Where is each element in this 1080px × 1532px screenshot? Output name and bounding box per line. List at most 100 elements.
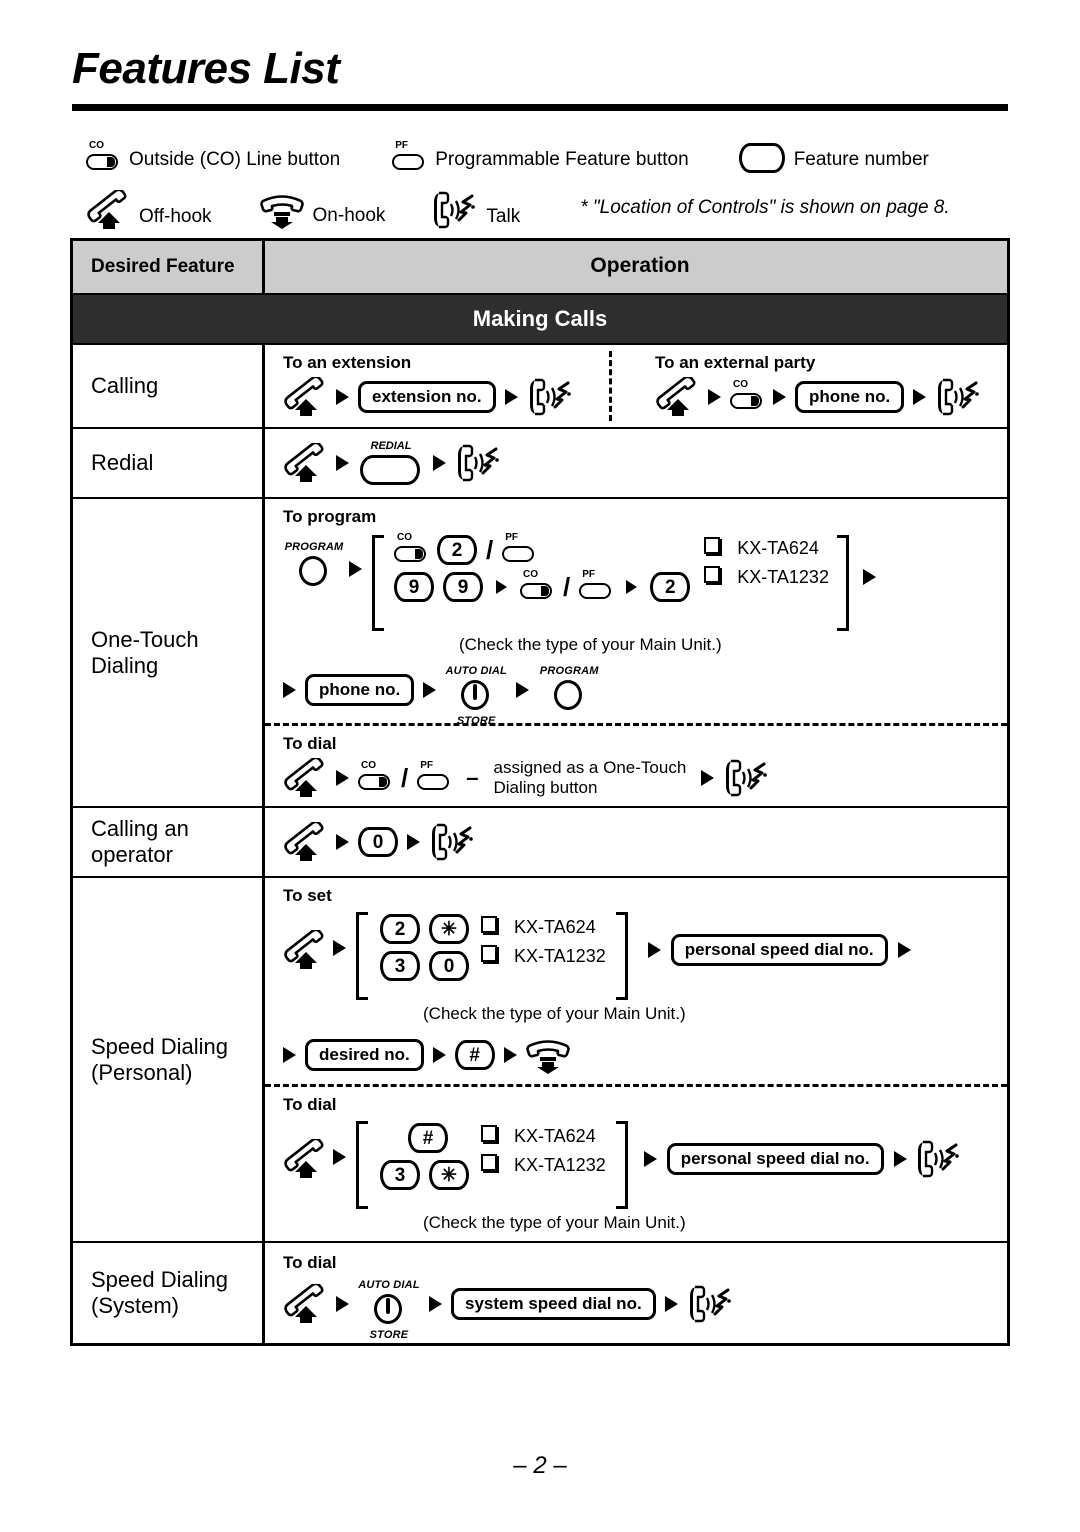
key-2-second: 2 <box>650 572 691 602</box>
key-3: 3 <box>380 1160 420 1190</box>
unit-label-kxta1232: KX-TA1232 <box>514 945 606 966</box>
legend-item-on-hook: On-hook <box>259 191 385 229</box>
bracket-right-icon <box>615 1121 628 1209</box>
unit-option-kxta1232: KX-TA1232 <box>481 945 606 967</box>
co-line-button-icon: CO <box>520 569 554 602</box>
sublabel-to-an-extension: To an extension <box>283 353 412 372</box>
store-label: STORE <box>369 1329 409 1341</box>
key-hash: # <box>454 1040 495 1070</box>
document-page: Features List CO Outside (CO) Line butto… <box>0 0 1080 1532</box>
pill-personal-speed-dial-no: personal speed dial no. <box>666 1143 884 1175</box>
arrow-icon <box>504 389 518 405</box>
unit-option-kxta1232: KX-TA1232 <box>481 1154 606 1176</box>
bracket-left-icon <box>372 535 384 631</box>
checkbox-icon <box>704 537 724 559</box>
arrow-icon <box>407 834 420 850</box>
flow-system-speed-dial: AUTO DIAL STORE system speed dial no. <box>283 1279 997 1341</box>
co-line-button-icon: CO <box>86 140 120 173</box>
program-code-row-b: 9 9 CO / PF 2 <box>394 569 691 602</box>
checkbox-icon <box>481 945 501 967</box>
check-unit-note: (Check the type of your Main Unit.) <box>423 1213 686 1232</box>
off-hook-icon <box>283 928 327 970</box>
operation-calling-an-operator: 0 <box>265 808 1007 876</box>
unit-option-kxta1232: KX-TA1232 <box>704 566 829 588</box>
feature-number-box-icon <box>738 143 785 173</box>
program-button-label: PROGRAM <box>539 665 599 677</box>
legend-row-1: CO Outside (CO) Line button PF Programma… <box>86 132 1026 184</box>
arrow-icon <box>708 389 721 405</box>
auto-dial-label: AUTO DIAL <box>445 665 507 677</box>
feature-label-speed-dialing-system: Speed Dialing (System) <box>73 1243 265 1343</box>
flow-calling-operator: 0 <box>283 820 997 862</box>
feature-label-line2: (System) <box>91 1293 179 1318</box>
section-header-making-calls: Making Calls <box>73 293 1007 343</box>
arrow-icon <box>336 389 349 405</box>
table-row: Calling an operator 0 <box>73 806 1007 876</box>
table-header-row: Desired Feature Operation <box>73 241 1007 293</box>
arrow-icon <box>913 389 927 405</box>
dial-code-row-b: 3 ✳ <box>380 1160 469 1190</box>
off-hook-icon <box>283 756 327 798</box>
pill-system-speed-dial-no: system speed dial no. <box>451 1288 656 1320</box>
legend-row-2: Off-hook On-hook Talk * "Location of Con… <box>86 184 1026 236</box>
table-row: One-Touch Dialing To program PROGRAM CO <box>73 497 1007 806</box>
legend-label-feature-number: Feature number <box>793 149 929 170</box>
legend-label-co-line: Outside (CO) Line button <box>129 149 341 170</box>
page-number: – 2 – <box>513 1452 567 1479</box>
checkbox-icon <box>704 566 724 588</box>
redial-button-icon: REDIAL <box>358 440 424 485</box>
arrow-icon <box>433 455 446 471</box>
feature-label-line2: Dialing <box>91 652 159 678</box>
sublabel-to-program: To program <box>283 507 377 526</box>
table-row: Calling To an extension extension no. To… <box>73 343 1007 427</box>
on-hook-icon <box>259 191 304 229</box>
set-code-row-b: 3 0 <box>380 951 469 981</box>
arrow-icon <box>516 682 530 698</box>
legend-item-pf: PF Programmable Feature button <box>392 140 689 173</box>
column-divider <box>609 351 612 421</box>
arrow-icon <box>336 1296 349 1312</box>
dash-separator: – <box>466 765 479 790</box>
feature-label-line1: One-Touch <box>91 626 199 652</box>
key-9-first: 9 <box>394 572 434 602</box>
legend: CO Outside (CO) Line button PF Programma… <box>86 132 1026 236</box>
auto-dial-store-button-icon: AUTO DIAL STORE <box>358 1279 420 1341</box>
section-divider-dashed <box>265 723 1007 726</box>
feature-label-line2: operator <box>91 842 173 867</box>
legend-item-co-line: CO Outside (CO) Line button <box>86 140 341 173</box>
arrow-icon <box>333 940 346 956</box>
arrow-icon <box>496 580 507 594</box>
feature-label-calling-an-operator: Calling an operator <box>73 808 265 876</box>
off-hook-icon <box>655 375 699 417</box>
feature-label-line1: Calling an <box>91 816 189 841</box>
pill-personal-speed-dial-no: personal speed dial no. <box>670 934 888 966</box>
arrow-icon <box>643 1151 657 1167</box>
slash-separator: / <box>401 763 409 793</box>
arrow-icon <box>647 942 661 958</box>
feature-label-line2: (Personal) <box>91 1059 193 1085</box>
off-hook-icon <box>283 1282 327 1324</box>
key-0: 0 <box>358 827 398 857</box>
flow-calling-extension: extension no. <box>283 375 609 417</box>
arrow-icon <box>423 682 437 698</box>
unit-label-kxta1232: KX-TA1232 <box>514 1154 606 1175</box>
off-hook-icon <box>86 188 130 230</box>
feature-label-line1: Speed Dialing <box>91 1267 228 1292</box>
talk-icon <box>687 1284 733 1324</box>
talk-icon <box>527 377 573 417</box>
key-3: 3 <box>380 951 420 981</box>
auto-dial-store-button-icon: AUTO DIAL STORE <box>445 665 507 727</box>
assigned-note-line2: Dialing button <box>493 778 598 797</box>
assigned-note-line1: assigned as a One-Touch <box>493 758 687 777</box>
pf-button-icon: PF <box>392 140 426 173</box>
key-2: 2 <box>437 535 477 565</box>
operation-speed-dialing-system: To dial AUTO DIAL STORE system speed dia… <box>265 1243 1007 1343</box>
sublabel-to-an-external-party: To an external party <box>655 353 816 372</box>
arrow-icon <box>336 770 349 786</box>
co-line-button-icon: CO <box>394 532 428 565</box>
bracket-left-icon <box>356 912 368 1000</box>
legend-label-pf: Programmable Feature button <box>435 149 689 170</box>
flow-redial: REDIAL <box>283 440 997 485</box>
check-unit-note: (Check the type of your Main Unit.) <box>459 635 722 654</box>
on-hook-icon <box>525 1036 570 1074</box>
